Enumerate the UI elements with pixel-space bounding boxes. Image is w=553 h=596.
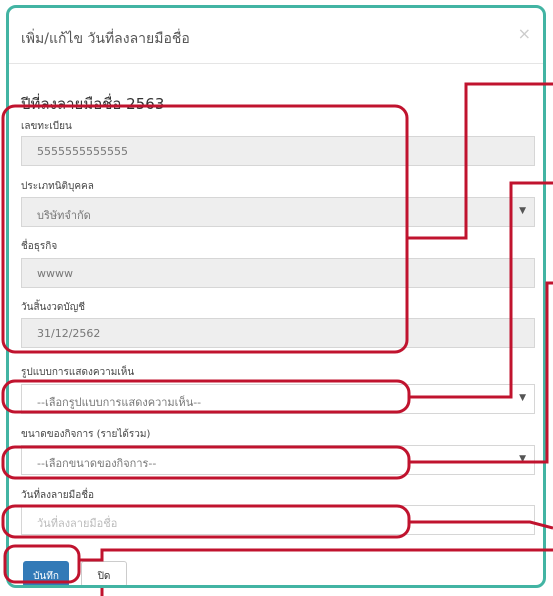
opinion-type-label: รูปแบบการแสดงความเห็น [21,367,135,378]
close-icon[interactable]: × [518,24,531,43]
business-size-value: --เลือกขนาดของกิจการ-- [37,457,157,470]
sign-date-label: วันที่ลงลายมือชื่อ [21,490,95,501]
modal-header: เพิ่ม/แก้ไข วันที่ลงลายมือชื่อ × [9,8,543,64]
tax-id-field[interactable]: 5555555555555 [21,136,535,166]
fiscal-end-label: วันสิ้นงวดบัญชี [21,302,86,313]
fiscal-end-field[interactable]: 31/12/2562 [21,318,535,348]
entity-type-select[interactable]: บริษัทจำกัด ▼ [21,197,535,227]
opinion-type-value: --เลือกรูปแบบการแสดงความเห็น-- [37,396,202,409]
tax-id-label: เลขทะเบียน [21,121,72,132]
modal-dialog: เพิ่ม/แก้ไข วันที่ลงลายมือชื่อ × ปีที่ลง… [6,5,546,588]
year-heading: ปีที่ลงลายมือชื่อ 2563 [21,95,165,113]
business-size-select[interactable]: --เลือกขนาดของกิจการ-- ▼ [21,445,535,475]
entity-type-label: ประเภทนิติบุคคล [21,181,94,192]
save-button[interactable]: บันทึก [23,561,69,585]
caret-down-icon: ▼ [519,454,526,464]
business-name-field[interactable]: wwww [21,258,535,288]
modal-title: เพิ่ม/แก้ไข วันที่ลงลายมือชื่อ [21,31,190,47]
sign-date-input[interactable]: วันที่ลงลายมือชื่อ [21,505,535,535]
opinion-type-select[interactable]: --เลือกรูปแบบการแสดงความเห็น-- ▼ [21,384,535,414]
business-name-label: ชื่อธุรกิจ [21,241,58,252]
close-button[interactable]: ปิด [81,561,127,585]
business-size-label: ขนาดของกิจการ (รายได้รวม) [21,429,151,440]
entity-type-value: บริษัทจำกัด [37,209,91,222]
caret-down-icon: ▼ [519,206,526,216]
caret-down-icon: ▼ [519,393,526,403]
